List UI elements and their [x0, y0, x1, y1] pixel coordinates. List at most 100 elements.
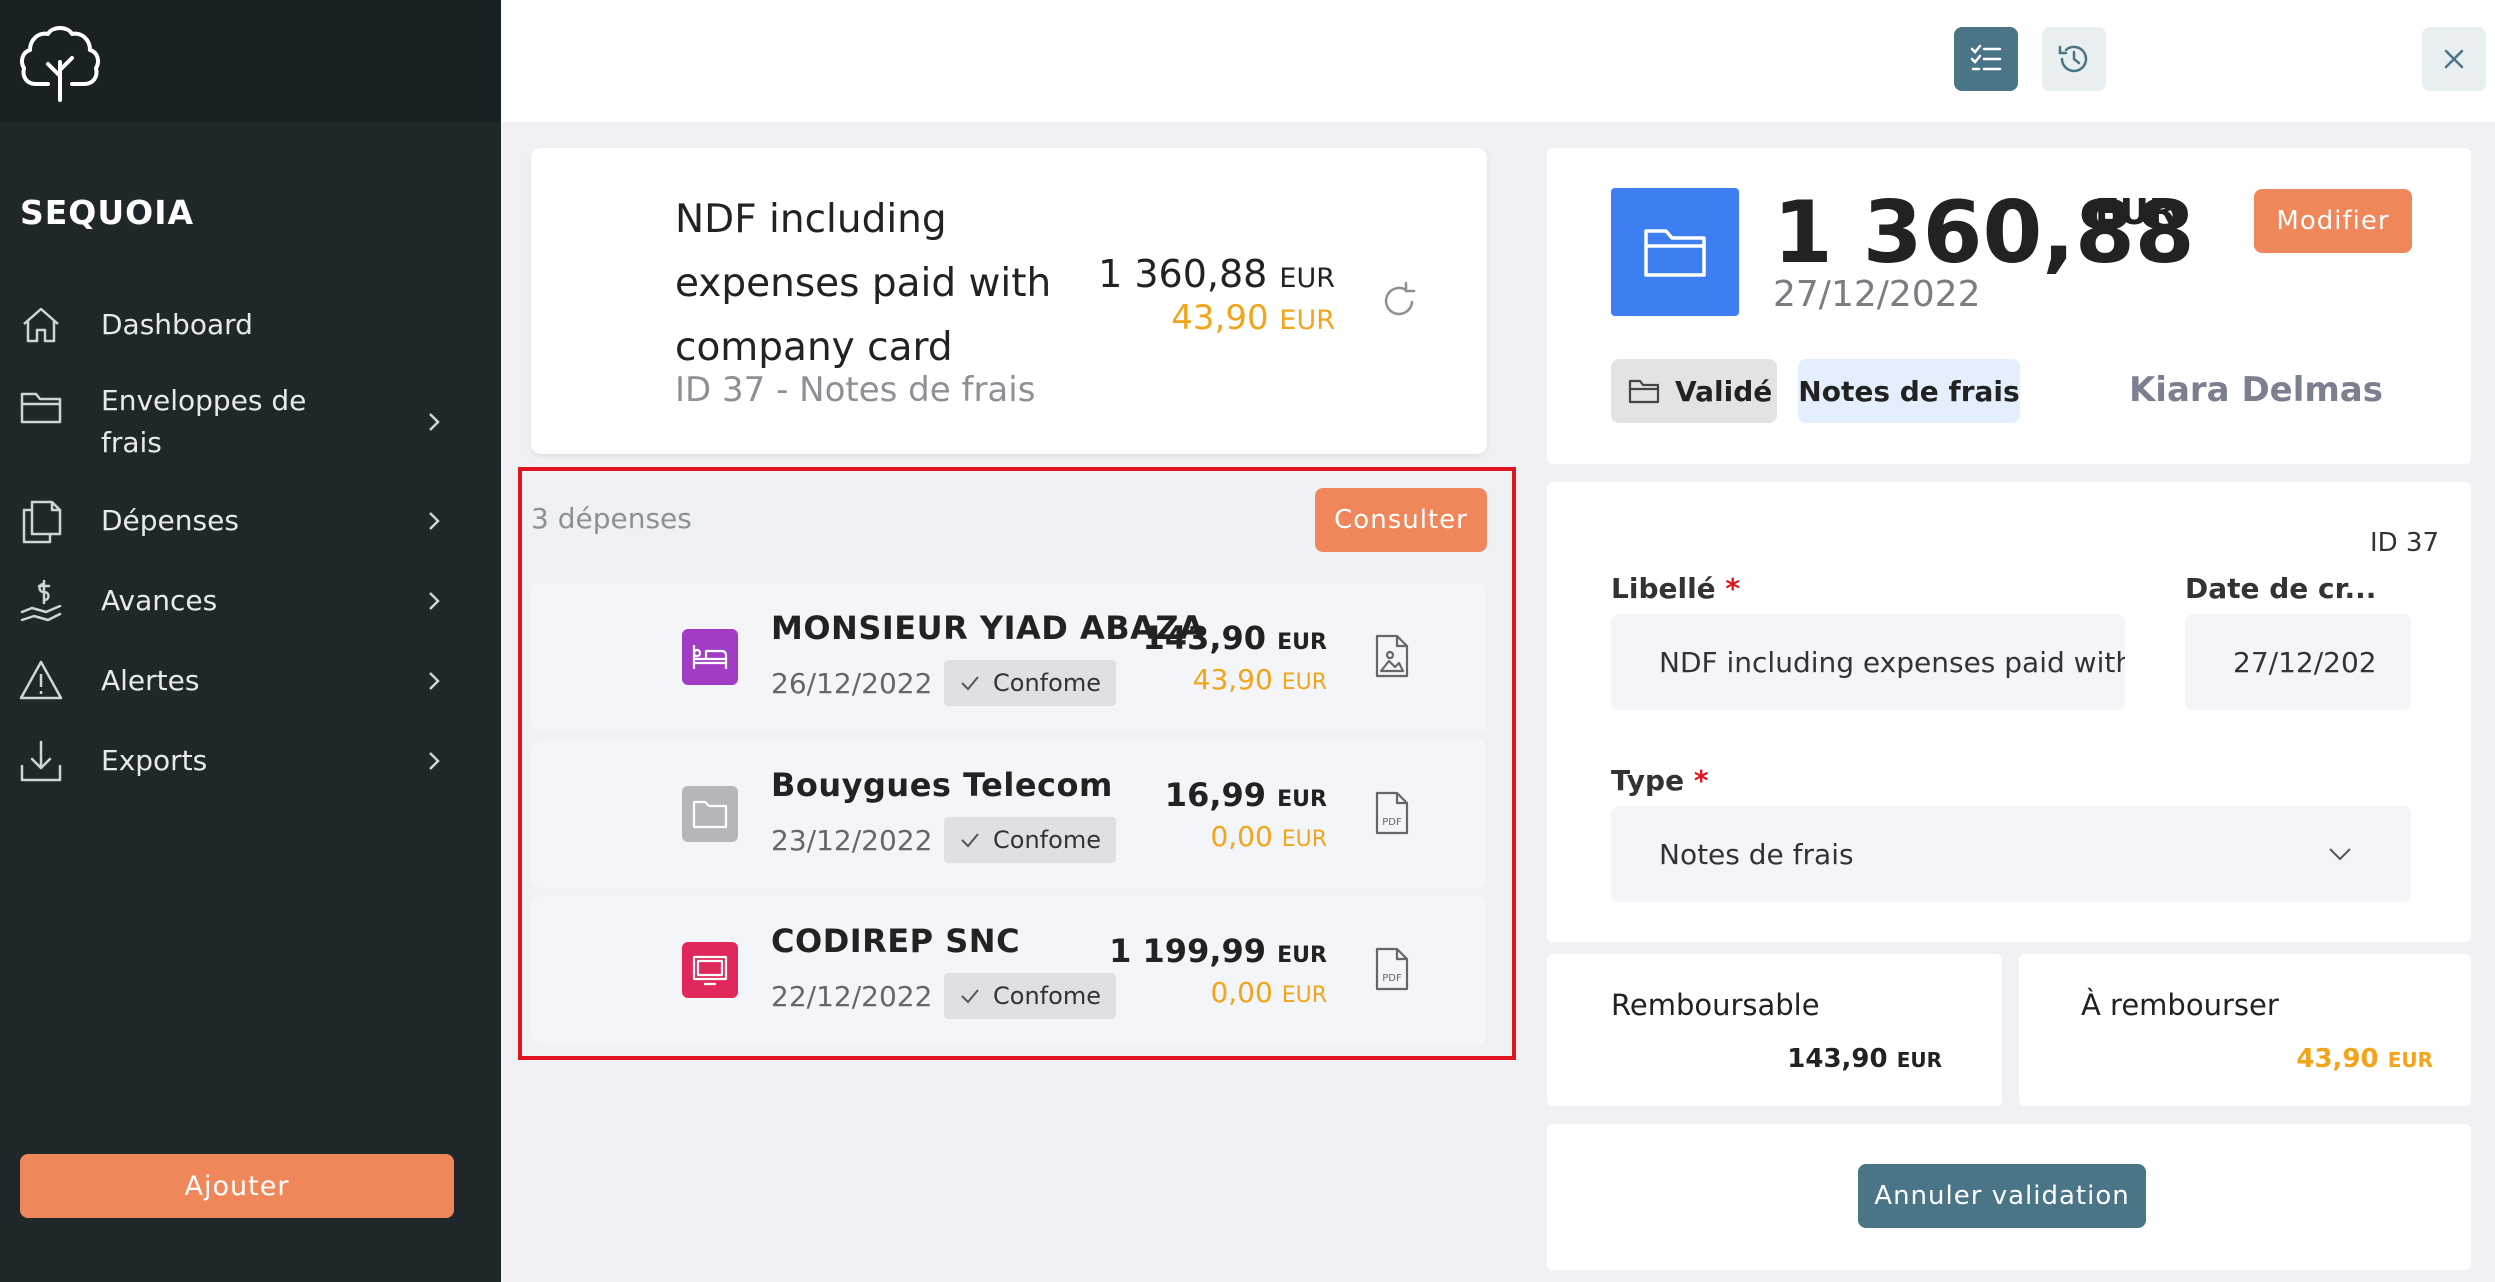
sidebar: SEQUOIA Dashboard Enveloppes de frais Dép… — [0, 0, 501, 1282]
detail-form-card: ID 37 Libellé * NDF including expenses p… — [1547, 482, 2471, 942]
chevron-right-icon — [429, 752, 440, 770]
close-button[interactable] — [2422, 27, 2486, 91]
documents-icon — [22, 500, 62, 544]
envelope-subtitle: ID 37 - Notes de frais — [675, 370, 1036, 410]
label-field-label: Libellé * — [1611, 572, 1741, 605]
svg-text:PDF: PDF — [1382, 817, 1402, 828]
modify-button[interactable]: Modifier — [2254, 189, 2412, 253]
warning-icon — [19, 660, 63, 700]
folder-icon — [20, 392, 62, 424]
type-field-label: Type * — [1611, 764, 1709, 797]
envelope-title: NDF including expenses paid with company… — [675, 197, 1052, 370]
envelope-id: ID 37 — [2369, 528, 2439, 558]
chevron-down-icon — [2329, 848, 2351, 861]
expense-row[interactable]: Bouygues Telecom 23/12/2022 Confome 16,9… — [531, 740, 1487, 888]
check-icon — [961, 833, 979, 848]
folder-icon — [1644, 229, 1706, 277]
check-icon — [961, 989, 979, 1004]
sidebar-item-label: Avances — [101, 584, 218, 617]
refundable-value: 143,90 EUR — [1787, 1044, 1942, 1074]
to-refund-label: À rembourser — [2081, 988, 2279, 1022]
status-chip: Validé — [1611, 359, 1777, 423]
sidebar-item-label: Alertes — [101, 664, 200, 697]
consult-button[interactable]: Consulter — [1315, 488, 1487, 552]
user-name: Kiara Delmas — [2128, 370, 2383, 410]
expense-amount: 1 199,99 EUR — [1109, 932, 1327, 970]
sidebar-item-alerts[interactable]: Alertes — [0, 658, 501, 704]
expense-category-tile — [682, 786, 738, 842]
expense-row[interactable]: MONSIEUR YIAD ABAZA 26/12/2022 Confome 1… — [531, 583, 1487, 731]
refundable-label: Remboursable — [1611, 988, 1820, 1022]
to-refund-value: 43,90 EUR — [2296, 1044, 2433, 1074]
sidebar-item-advances[interactable]: Avances — [0, 578, 501, 624]
close-icon — [2444, 49, 2464, 69]
history-icon — [2058, 45, 2088, 73]
expense-amount: 143,90 EUR — [1142, 619, 1327, 657]
svg-text:PDF: PDF — [1382, 973, 1402, 984]
actions-card: Annuler validation — [1547, 1124, 2471, 1270]
folder-icon — [692, 800, 728, 829]
expense-refund-amount: 0,00 EUR — [1210, 820, 1327, 853]
expense-merchant: Bouygues Telecom — [771, 766, 1113, 804]
pdf-document-icon[interactable]: PDF — [1371, 790, 1411, 836]
expense-amount: 16,99 EUR — [1164, 776, 1327, 814]
expense-date: 26/12/2022 — [771, 667, 933, 700]
refundable-card: Remboursable 143,90 EUR — [1547, 954, 2002, 1106]
expense-category-tile — [682, 942, 738, 998]
sidebar-item-envelopes[interactable]: Enveloppes de frais — [0, 380, 501, 464]
image-document-icon[interactable] — [1371, 633, 1411, 679]
expense-category-tile — [682, 629, 738, 685]
expense-refund-amount: 0,00 EUR — [1210, 976, 1327, 1009]
folder-icon — [1628, 379, 1660, 404]
status-badge: Confome — [944, 660, 1116, 706]
status-badge: Confome — [944, 973, 1116, 1019]
envelope-summary-card[interactable]: NDF including expenses paid with company… — [531, 148, 1487, 454]
sidebar-item-label: Dépenses — [101, 504, 239, 537]
checklist-icon — [1970, 44, 2002, 71]
sidebar-item-exports[interactable]: Exports — [0, 738, 501, 784]
sidebar-item-label: Exports — [101, 744, 208, 777]
status-badge: Confome — [944, 817, 1116, 863]
download-icon — [20, 740, 62, 782]
chevron-right-icon — [429, 592, 440, 610]
envelope-refund-amount: 43,90 EUR — [1171, 298, 1335, 338]
expense-merchant: CODIREP SNC — [771, 922, 1021, 960]
detail-header-card: 1 360,88 EUR 27/12/2022 Modifier Validé … — [1547, 148, 2471, 464]
expenses-count: 3 dépenses — [531, 502, 692, 535]
creation-date-input[interactable]: 27/12/202 — [2185, 614, 2411, 710]
sidebar-item-label: Enveloppes de frais — [101, 384, 307, 459]
type-select[interactable]: Notes de frais — [1611, 806, 2411, 902]
type-chip: Notes de frais — [1798, 359, 2020, 423]
expense-refund-amount: 43,90 EUR — [1192, 663, 1327, 696]
detail-date: 27/12/2022 — [1773, 274, 1981, 315]
hand-money-icon — [20, 579, 62, 622]
envelope-type-tile — [1611, 188, 1739, 316]
detail-currency: EUR — [2095, 192, 2177, 233]
envelope-amount: 1 360,88 EUR — [1098, 252, 1335, 296]
home-icon — [23, 307, 59, 343]
list-view-button[interactable] — [1954, 27, 2018, 91]
add-button[interactable]: Ajouter — [20, 1154, 454, 1218]
creation-date-label: Date de cr... — [2185, 572, 2377, 605]
pdf-document-icon[interactable]: PDF — [1371, 946, 1411, 992]
expense-date: 23/12/2022 — [771, 824, 933, 857]
expense-merchant: MONSIEUR YIAD ABAZA — [771, 609, 1205, 647]
expense-date: 22/12/2022 — [771, 980, 933, 1013]
chevron-right-icon — [429, 672, 440, 690]
monitor-icon — [692, 955, 728, 986]
brand-name: SEQUOIA — [20, 193, 195, 232]
label-input[interactable]: NDF including expenses paid with — [1611, 614, 2125, 710]
refresh-icon[interactable] — [1376, 278, 1422, 324]
history-button[interactable] — [2042, 27, 2106, 91]
sidebar-header — [0, 0, 501, 122]
cancel-validation-button[interactable]: Annuler validation — [1858, 1164, 2146, 1228]
sidebar-item-expenses[interactable]: Dépenses — [0, 498, 501, 544]
expense-row[interactable]: CODIREP SNC 22/12/2022 Confome 1 199,99 … — [531, 896, 1487, 1044]
chevron-right-icon — [429, 512, 440, 530]
to-refund-card: À rembourser 43,90 EUR — [2019, 954, 2471, 1106]
sidebar-item-dashboard[interactable]: Dashboard — [0, 302, 501, 348]
chevron-right-icon — [429, 413, 440, 431]
sidebar-item-label: Dashboard — [101, 308, 253, 341]
hotel-bed-icon — [692, 645, 728, 669]
tree-logo-icon[interactable] — [18, 18, 102, 102]
